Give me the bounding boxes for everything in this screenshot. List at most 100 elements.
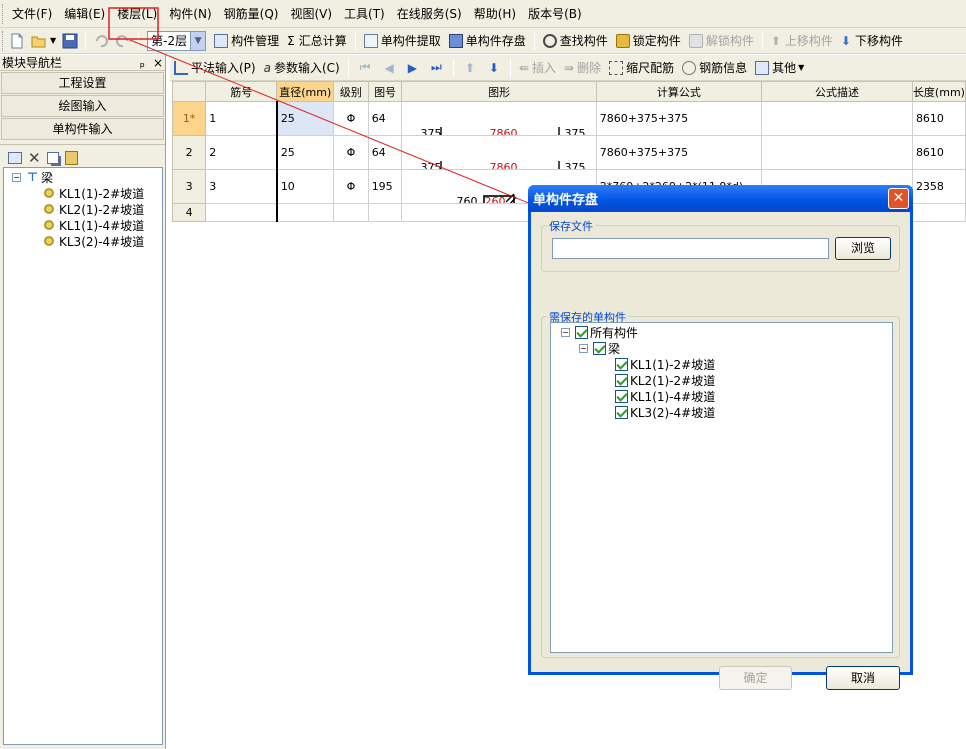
nav-project-settings[interactable]: 工程设置	[1, 72, 164, 94]
row-down-icon[interactable]: ⬇	[489, 61, 499, 75]
menu-help[interactable]: 帮助(H)	[468, 3, 522, 25]
checkbox-checked[interactable]	[593, 341, 606, 355]
floor-select[interactable]: 第-2层 ▼	[147, 30, 207, 51]
col-header-formula[interactable]: 计算公式	[595, 81, 763, 102]
open-dropdown-icon[interactable]: ▼	[50, 36, 56, 45]
menu-file[interactable]: 文件(F)	[6, 3, 58, 25]
chevron-down-icon[interactable]: ▼	[190, 31, 206, 50]
col-header-rownum[interactable]	[171, 81, 207, 102]
cell-length[interactable]: 2358	[911, 169, 966, 204]
cell-length[interactable]: 8610	[911, 101, 966, 136]
menu-floor[interactable]: 楼层(L)	[111, 3, 163, 25]
cell-shape[interactable]: 375 7860 375	[401, 135, 597, 170]
collapse-icon[interactable]: −	[561, 327, 570, 337]
delete-icon[interactable]: ✕	[28, 149, 41, 167]
lock-component-button[interactable]: 锁定构件	[612, 30, 685, 52]
row-number[interactable]: 4	[171, 203, 207, 222]
menu-component[interactable]: 构件(N)	[163, 3, 217, 25]
row-up-icon[interactable]: ⬆	[465, 61, 475, 75]
redo-icon[interactable]	[115, 33, 131, 49]
file-path-input[interactable]	[552, 238, 829, 259]
new-file-icon[interactable]	[9, 33, 25, 49]
paste-icon[interactable]	[64, 150, 78, 165]
col-header-diameter[interactable]: 直径(mm)	[276, 81, 335, 102]
cell-bar-no[interactable]: 2	[205, 135, 278, 170]
table-row[interactable]: 2 2 25 Φ 64 375 7860 375 7860+375+375 86…	[171, 135, 966, 170]
copy-icon[interactable]	[46, 151, 59, 164]
menu-online[interactable]: 在线服务(S)	[391, 3, 468, 25]
checkbox-checked[interactable]	[575, 325, 588, 339]
cell-diameter[interactable]: 25	[275, 101, 335, 136]
tree-node-beam[interactable]: − ⊤ 梁	[12, 169, 53, 185]
single-extract-button[interactable]: 单构件提取	[360, 30, 445, 52]
properties-icon[interactable]	[8, 151, 22, 164]
nav-single-component-input[interactable]: 单构件输入	[1, 118, 164, 140]
col-header-bar-no[interactable]: 筋号	[205, 81, 278, 102]
delete-button[interactable]: ⇛ 删除	[560, 57, 605, 79]
cell-shape[interactable]: 375 7860 375	[401, 101, 597, 136]
find-component-button[interactable]: 查找构件	[539, 30, 612, 52]
close-icon[interactable]: ✕	[888, 188, 909, 209]
cell-fig-no[interactable]: 195	[367, 169, 403, 204]
flat-input-button[interactable]: 平法输入(P)	[170, 57, 260, 79]
ok-button[interactable]: 确定	[719, 666, 792, 690]
checkbox-checked[interactable]	[615, 357, 628, 371]
insert-button[interactable]: ⇚ 插入	[515, 57, 560, 79]
close-icon[interactable]: ×	[153, 56, 163, 70]
first-record-icon[interactable]: ⏮	[360, 60, 371, 75]
cell-diameter[interactable]: 10	[275, 169, 335, 204]
cancel-button[interactable]: 取消	[826, 666, 900, 690]
cell-bar-no[interactable]: 3	[205, 169, 278, 204]
table-row[interactable]: 1* 1 25 Φ 64 375 7860 375 7860+375+375 8…	[171, 101, 966, 136]
check-node-all[interactable]: − 所有构件	[561, 324, 638, 340]
row-number[interactable]: 3	[171, 169, 207, 204]
check-item[interactable]: KL1(1)-4#坡道	[615, 388, 715, 404]
menu-view[interactable]: 视图(V)	[284, 3, 338, 25]
cell-formula[interactable]: 7860+375+375	[595, 135, 763, 170]
param-input-button[interactable]: a 参数输入(C)	[260, 57, 344, 79]
cell-formula-desc[interactable]	[761, 135, 913, 170]
collapse-icon[interactable]: −	[12, 172, 21, 182]
component-manage-button[interactable]: 构件管理	[210, 30, 283, 52]
open-folder-icon[interactable]	[31, 33, 47, 49]
tree-item[interactable]: KL3(2)-4#坡道	[44, 233, 144, 249]
menu-tools[interactable]: 工具(T)	[338, 3, 391, 25]
row-number[interactable]: 1*	[171, 101, 207, 136]
col-header-formula-desc[interactable]: 公式描述	[761, 81, 913, 102]
browse-button[interactable]: 浏览	[835, 237, 891, 260]
unlock-component-button[interactable]: 解锁构件	[685, 30, 758, 52]
cell-formula-desc[interactable]	[761, 101, 913, 136]
prev-record-icon[interactable]: ◀	[385, 61, 394, 75]
last-record-icon[interactable]: ⏭	[431, 60, 442, 75]
checkbox-checked[interactable]	[615, 389, 628, 403]
move-up-button[interactable]: ⬆ 上移构件	[767, 30, 837, 52]
menu-edit[interactable]: 编辑(E)	[58, 3, 111, 25]
cell-length[interactable]	[911, 203, 966, 222]
menu-version[interactable]: 版本号(B)	[522, 3, 588, 25]
cell-grade[interactable]	[333, 203, 369, 222]
check-node-beam[interactable]: − 梁	[579, 340, 620, 356]
tree-item[interactable]: KL1(1)-4#坡道	[44, 217, 144, 233]
row-number[interactable]: 2	[171, 135, 207, 170]
cell-length[interactable]: 8610	[911, 135, 966, 170]
col-header-fig-no[interactable]: 图号	[367, 81, 403, 102]
cell-fig-no[interactable]: 64	[367, 135, 403, 170]
col-header-grade[interactable]: 级别	[333, 81, 369, 102]
check-item[interactable]: KL3(2)-4#坡道	[615, 404, 715, 420]
col-header-length[interactable]: 长度(mm)	[911, 81, 966, 102]
undo-icon[interactable]	[93, 33, 109, 49]
cell-grade[interactable]: Φ	[333, 101, 369, 136]
move-down-button[interactable]: ⬇ 下移构件	[837, 30, 907, 52]
cell-bar-no[interactable]	[205, 203, 278, 222]
other-button[interactable]: 其他 ▼	[751, 57, 808, 79]
cell-grade[interactable]: Φ	[333, 169, 369, 204]
cell-diameter[interactable]	[275, 203, 335, 222]
next-record-icon[interactable]: ▶	[408, 61, 417, 75]
cell-diameter[interactable]: 25	[275, 135, 335, 170]
scale-rebar-button[interactable]: 缩尺配筋	[605, 57, 678, 79]
tree-item[interactable]: KL1(1)-2#坡道	[44, 185, 144, 201]
nav-drawing-input[interactable]: 绘图输入	[1, 95, 164, 117]
cell-bar-no[interactable]: 1	[205, 101, 278, 136]
cell-fig-no[interactable]: 64	[367, 101, 403, 136]
check-item[interactable]: KL1(1)-2#坡道	[615, 356, 715, 372]
